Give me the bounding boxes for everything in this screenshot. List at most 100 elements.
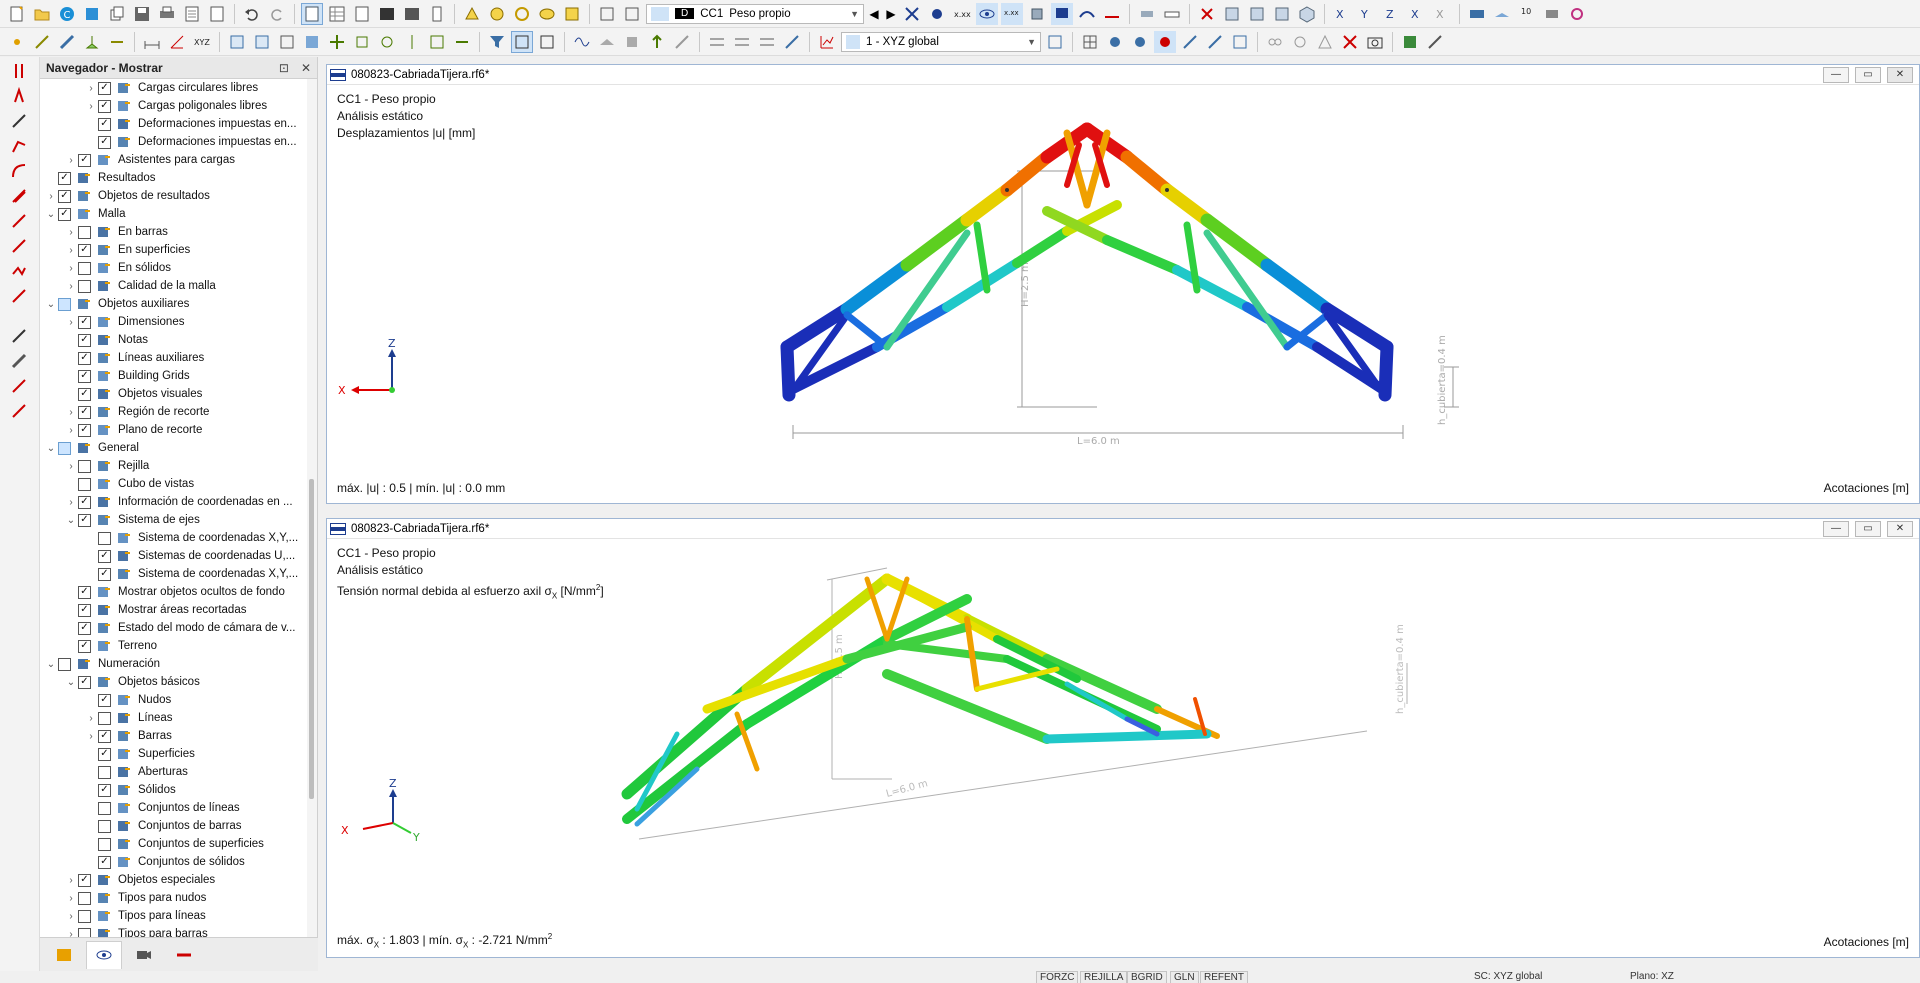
tree-item[interactable]: Conjuntos de líneas [40, 799, 306, 817]
chevron-right-icon[interactable]: › [64, 317, 78, 328]
pin-icon[interactable]: ⊡ [279, 61, 289, 75]
tree-checkbox[interactable]: ✓ [78, 603, 91, 617]
open-folder-icon[interactable] [31, 3, 53, 25]
view-window-displacements[interactable]: 080823-CabriadaTijera.rf6* — ▭ ✕ H=2.5 m… [326, 64, 1920, 504]
report-icon[interactable] [181, 3, 203, 25]
tree-item[interactable]: ⌄ ✓ Malla [40, 205, 306, 223]
mirror-icon[interactable] [401, 31, 423, 53]
chevron-right-icon[interactable]: › [64, 155, 78, 166]
stairs-tool-icon[interactable] [8, 285, 30, 307]
coord-edit-icon[interactable] [1044, 31, 1066, 53]
chevron-down-icon[interactable]: ⌄ [44, 209, 58, 220]
plane-icon[interactable] [1491, 3, 1513, 25]
tree-checkbox[interactable] [98, 765, 111, 779]
xyz-icon[interactable]: XYZ [191, 31, 213, 53]
chevron-right-icon[interactable]: › [64, 407, 78, 418]
divide-icon[interactable] [451, 31, 473, 53]
tree-checkbox[interactable] [98, 801, 111, 815]
tree-checkbox[interactable]: ✓ [78, 315, 91, 329]
pen-icon[interactable] [671, 31, 693, 53]
console-icon[interactable] [376, 3, 398, 25]
view-window-stresses[interactable]: 080823-CabriadaTijera.rf6* — ▭ ✕ H=2.5 m… [326, 518, 1920, 958]
member-tool-icon[interactable] [8, 60, 30, 82]
tree-item[interactable]: › Tipos para nudos [40, 889, 306, 907]
tree-checkbox[interactable] [78, 261, 91, 275]
tree-item[interactable]: › ✓ Barras [40, 727, 306, 745]
tree-item[interactable]: Aberturas [40, 763, 306, 781]
tree-checkbox[interactable]: ✓ [98, 135, 111, 149]
eye-icon[interactable] [976, 2, 998, 25]
sum-icon[interactable] [561, 3, 583, 25]
load-case-combo[interactable]: D CC1 Peso propio ▼ [646, 3, 864, 24]
tree-checkbox[interactable]: ✓ [78, 513, 91, 527]
tab-views[interactable] [126, 941, 162, 969]
close-button[interactable]: ✕ [1887, 66, 1913, 83]
tree-checkbox[interactable]: ✓ [78, 333, 91, 347]
undo-icon[interactable] [241, 3, 263, 25]
tree-checkbox[interactable]: ✓ [78, 495, 91, 509]
snap-grid-icon[interactable] [1079, 31, 1101, 53]
parallel-tool-icon[interactable] [8, 210, 30, 232]
snap-obj-icon[interactable] [1129, 31, 1151, 53]
scale2-icon[interactable] [426, 31, 448, 53]
frame-icon[interactable] [511, 30, 533, 53]
tree-checkbox[interactable]: ✓ [98, 99, 111, 113]
tree-item[interactable]: ✓ Notas [40, 331, 306, 349]
chevron-right-icon[interactable]: › [84, 731, 98, 742]
chevron-right-icon[interactable]: › [64, 893, 78, 904]
cube-icon[interactable] [1026, 3, 1048, 25]
spline-tool-icon[interactable] [8, 185, 30, 207]
wave-icon[interactable] [571, 31, 593, 53]
tree-item[interactable]: ✓ Nudos [40, 691, 306, 709]
tree-item[interactable]: › ✓ Plano de recorte [40, 421, 306, 439]
chevron-right-icon[interactable]: › [64, 245, 78, 256]
tree-checkbox[interactable] [78, 459, 91, 473]
tree-checkbox[interactable]: ✓ [98, 693, 111, 707]
status-refent-button[interactable]: REFENT [1200, 971, 1248, 983]
maximize-button[interactable]: ▭ [1855, 520, 1881, 537]
tree-item[interactable]: ✓ Objetos visuales [40, 385, 306, 403]
chevron-down-icon[interactable]: ⌄ [44, 299, 58, 310]
results-off-icon[interactable] [901, 3, 923, 25]
navigator-scrollbar[interactable] [307, 79, 317, 937]
tree-checkbox[interactable] [78, 279, 91, 293]
tree-item[interactable]: ⌄ ✓ Objetos básicos [40, 673, 306, 691]
tree-checkbox[interactable] [98, 711, 111, 725]
tree-item[interactable]: Conjuntos de superficies [40, 835, 306, 853]
chevron-down-icon[interactable]: ⌄ [44, 659, 58, 670]
render-icon[interactable] [1541, 3, 1563, 25]
hinge-icon[interactable] [106, 31, 128, 53]
chevron-right-icon[interactable]: › [64, 911, 78, 922]
copy-icon[interactable] [106, 3, 128, 25]
snap-line-icon[interactable] [1179, 31, 1201, 53]
tree-item[interactable]: › ✓ Asistentes para cargas [40, 151, 306, 169]
grid-view-icon[interactable] [326, 3, 348, 25]
tree-checkbox[interactable]: ✓ [78, 369, 91, 383]
tree-item[interactable]: Cubo de vistas [40, 475, 306, 493]
tree-item[interactable]: ⌄ General [40, 439, 306, 457]
tree-item[interactable]: › ✓ Objetos especiales [40, 871, 306, 889]
chevron-right-icon[interactable]: › [84, 83, 98, 94]
calculate-icon[interactable] [511, 3, 533, 25]
tree-checkbox[interactable]: ✓ [98, 783, 111, 797]
tree-checkbox[interactable] [78, 891, 91, 905]
chevron-down-icon[interactable]: ⌄ [64, 677, 78, 688]
tree-checkbox[interactable] [78, 909, 91, 923]
tree-item[interactable]: › Rejilla [40, 457, 306, 475]
tree-item[interactable]: ✓ Sistema de coordenadas X,Y,... [40, 565, 306, 583]
support-icon[interactable] [81, 31, 103, 53]
tree-checkbox[interactable]: ✓ [78, 873, 91, 887]
line-icon[interactable] [31, 31, 53, 53]
tree-checkbox[interactable] [78, 477, 91, 491]
tree-checkbox[interactable] [58, 297, 71, 311]
tree-item[interactable]: › ✓ Objetos de resultados [40, 187, 306, 205]
chevron-right-icon[interactable]: › [84, 713, 98, 724]
measure-icon[interactable] [1424, 31, 1446, 53]
draw-icon[interactable] [781, 31, 803, 53]
tree-checkbox[interactable]: ✓ [78, 243, 91, 257]
dim-tool-icon[interactable] [8, 110, 30, 132]
chart-icon[interactable] [816, 31, 838, 53]
camera-icon[interactable] [1364, 31, 1386, 53]
close-red-icon[interactable] [1339, 31, 1361, 53]
layers-icon[interactable] [1466, 3, 1488, 25]
